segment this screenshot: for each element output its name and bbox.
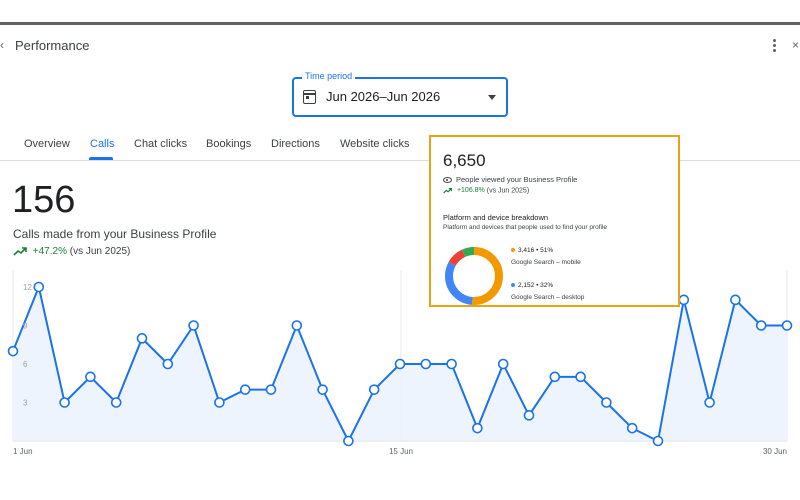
legend-value-desktop: 2,152 • 32% (518, 282, 554, 289)
calls-comparison: (vs Jun 2025) (69, 246, 131, 257)
data-point (162, 358, 174, 370)
legend-dot-desktop (511, 283, 515, 288)
data-point (601, 397, 612, 408)
data-point (368, 384, 380, 395)
tab-overview[interactable]: Overview (24, 138, 70, 150)
calendar-icon (303, 90, 316, 104)
legend-value-mobile: 3,416 • 51% (518, 247, 554, 254)
data-point (652, 435, 664, 447)
views-trend: +106.8% (vs Jun 2025) (443, 187, 529, 194)
y-tick-label: 9 (23, 322, 28, 331)
data-point (781, 320, 793, 331)
tab-directions[interactable]: Directions (271, 138, 320, 150)
trending-up-icon (13, 247, 27, 256)
window-top-divider (0, 22, 800, 25)
data-point (446, 358, 457, 370)
data-point (704, 397, 715, 408)
eye-icon (443, 177, 452, 184)
views-change: +106.8% (456, 187, 485, 195)
data-point (678, 294, 690, 306)
views-label-row: People viewed your Business Profile (443, 175, 577, 184)
time-period-select[interactable]: Time period Jun 2026–Jun 2026 (292, 71, 508, 117)
breakdown-subtitle: Platform and devices that people used to… (443, 224, 608, 231)
data-point (317, 384, 328, 395)
data-point (291, 320, 303, 331)
data-point (188, 320, 199, 331)
data-point (343, 435, 354, 447)
tab-calls[interactable]: Calls (90, 138, 114, 150)
data-point (394, 358, 406, 370)
tab-bookings[interactable]: Bookings (206, 138, 251, 150)
views-label: People viewed your Business Profile (456, 175, 578, 184)
data-point (7, 345, 19, 357)
legend-item-mobile: 3,416 • 51% Google Search – mobile (511, 247, 581, 266)
calls-line-chart: 3 6 9 12 1 Jun 15 Jun 30 Jun (7, 270, 793, 456)
calls-trend: +47.2% (vs Jun 2025) (13, 246, 130, 260)
views-comparison: (vs Jun 2025) (486, 187, 530, 195)
data-point (523, 410, 535, 421)
y-tick-label: 6 (23, 360, 28, 369)
active-tab-indicator (89, 157, 113, 160)
trending-up-icon (443, 187, 452, 194)
data-point (33, 281, 45, 293)
data-point (136, 333, 148, 344)
page-title: Performance (15, 38, 90, 53)
data-point (549, 371, 561, 383)
legend-item-desktop: 2,152 • 32% Google Search – desktop (511, 282, 584, 301)
legend-name-desktop: Google Search – desktop (511, 294, 585, 301)
views-total: 6,650 (443, 151, 486, 170)
dropdown-arrow-icon[interactable] (488, 95, 496, 100)
device-donut-chart (445, 247, 503, 305)
data-point (626, 422, 638, 434)
data-point (265, 384, 277, 395)
y-tick-label: 3 (23, 399, 28, 408)
data-point (85, 371, 96, 383)
x-tick-label: 1 Jun (13, 447, 33, 456)
data-point (239, 384, 251, 395)
window-top-bar (0, 0, 800, 24)
legend-name-mobile: Google Search – mobile (511, 259, 581, 266)
x-tick-label: 15 Jun (389, 447, 413, 456)
tab-chat-clicks[interactable]: Chat clicks (134, 138, 187, 150)
calls-change: +47.2% (32, 246, 67, 257)
data-point (575, 371, 586, 383)
calls-description: Calls made from your Business Profile (13, 227, 217, 241)
data-point (110, 397, 122, 408)
page-header: ‹ Performance × (0, 30, 800, 60)
more-options-icon[interactable] (769, 38, 779, 52)
back-arrow-icon[interactable]: ‹ (0, 39, 6, 51)
data-point (472, 422, 483, 434)
calls-total: 156 (12, 179, 76, 221)
time-period-label: Time period (302, 71, 356, 81)
data-point (214, 397, 225, 408)
data-point (59, 397, 70, 408)
views-popup-card: 6,650 People viewed your Business Profil… (429, 135, 680, 307)
breakdown-title: Platform and device breakdown (443, 213, 549, 222)
time-period-value: Jun 2026–Jun 2026 (326, 89, 441, 104)
x-tick-label: 30 Jun (763, 447, 787, 456)
data-point (730, 294, 741, 306)
data-point (755, 320, 767, 331)
data-point (420, 358, 432, 370)
data-point (497, 358, 509, 370)
close-icon[interactable]: × (792, 38, 800, 52)
y-tick-label: 12 (23, 283, 32, 292)
tab-website-clicks[interactable]: Website clicks (340, 138, 409, 150)
metric-tabs: Overview Calls Chat clicks Bookings Dire… (0, 128, 800, 161)
legend-dot-mobile (511, 248, 515, 253)
